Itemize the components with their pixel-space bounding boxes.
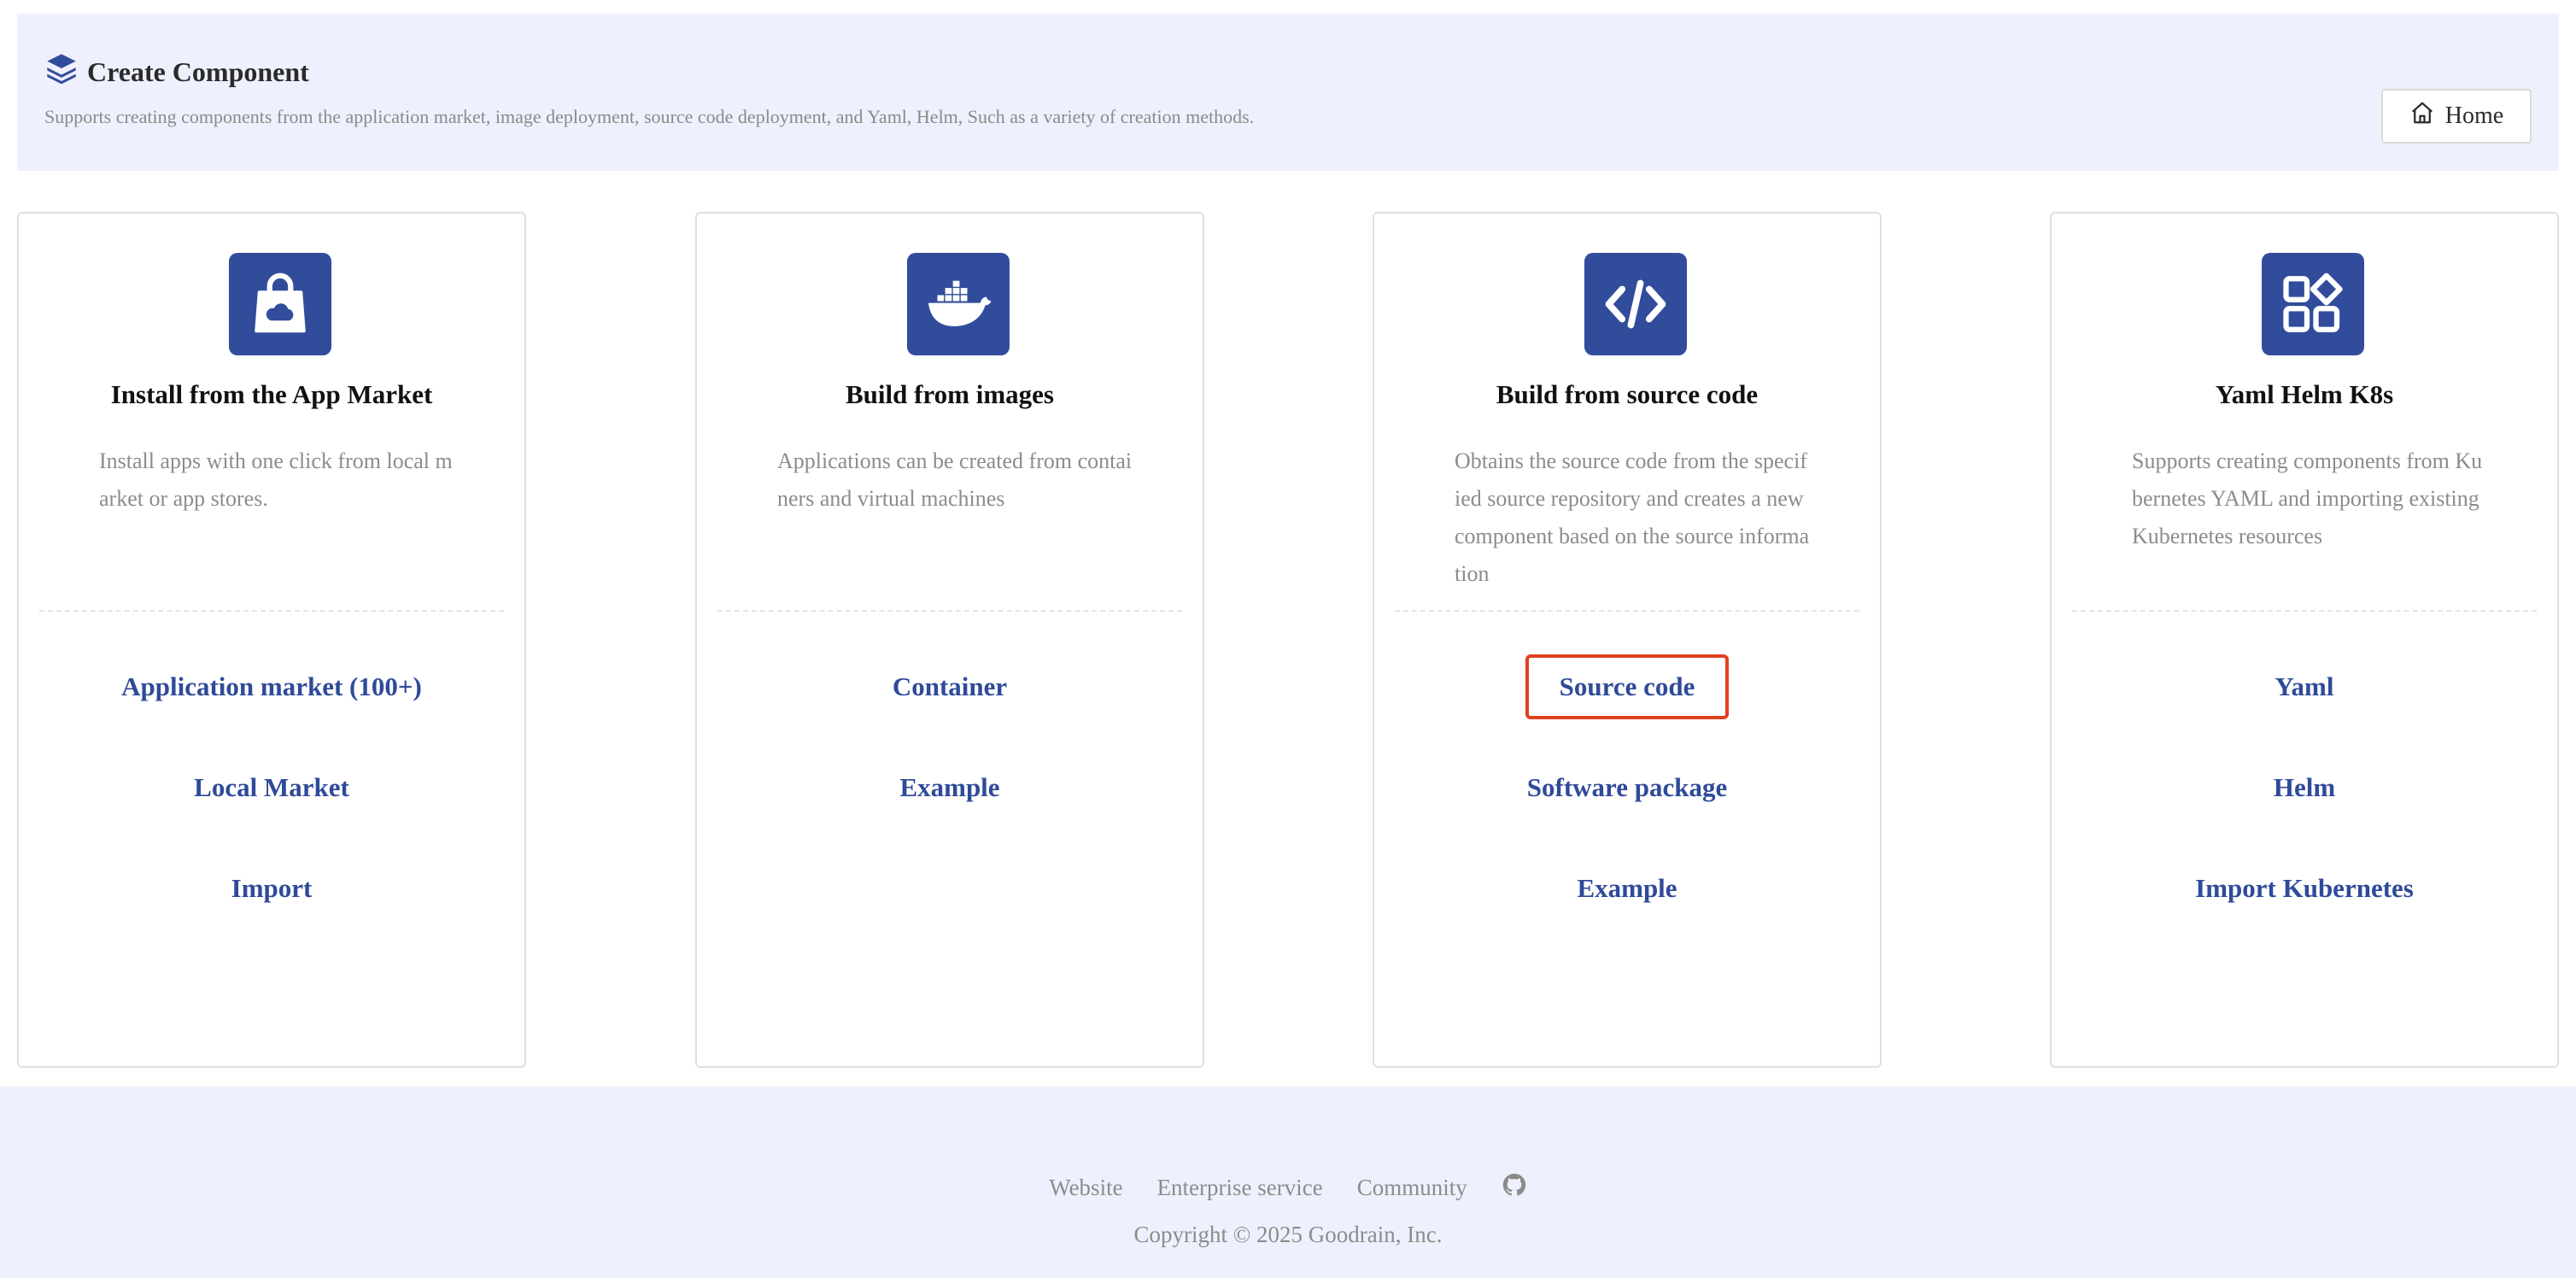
local-market-link[interactable]: Local Market	[160, 755, 383, 820]
card-description: Obtains the source code from the specifi…	[1455, 448, 1810, 586]
card-description: Applications can be created from contain…	[777, 448, 1133, 511]
card-title: Install from the App Market	[110, 379, 433, 409]
footer-link-community[interactable]: Community	[1357, 1175, 1467, 1201]
import-link[interactable]: Import	[197, 856, 347, 921]
card-divider	[1395, 610, 1859, 612]
copyright-text: Copyright © 2025 Goodrain, Inc.	[1133, 1222, 1443, 1247]
page-description: Supports creating components from the ap…	[44, 106, 1255, 127]
card-description: Install apps with one click from local m…	[99, 448, 453, 511]
container-link[interactable]: Container	[858, 654, 1041, 719]
card-description: Supports creating components from Kubern…	[2132, 448, 2483, 548]
software-package-link[interactable]: Software package	[1493, 755, 1761, 820]
home-button-label: Home	[2444, 103, 2504, 129]
card-yaml-helm-k8s: Yaml Helm K8s Supports creating componen…	[2050, 212, 2559, 1068]
app-grid-icon	[2262, 253, 2364, 355]
page-footer: Website Enterprise service Community Cop…	[0, 1087, 2576, 1278]
footer-link-enterprise-service[interactable]: Enterprise service	[1157, 1175, 1323, 1201]
source-code-link[interactable]: Source code	[1525, 654, 1730, 719]
card-title: Yaml Helm K8s	[2215, 379, 2394, 409]
card-links: Application market (100+) Local Market I…	[19, 654, 524, 957]
card-links: Container Example	[697, 654, 1203, 856]
source-example-link[interactable]: Example	[1543, 856, 1711, 921]
card-divider	[39, 610, 504, 612]
import-kubernetes-link[interactable]: Import Kubernetes	[2161, 856, 2448, 921]
yaml-link[interactable]: Yaml	[2241, 654, 2368, 719]
footer-links: Website Enterprise service Community	[0, 1172, 2576, 1204]
page-title-text: Create Component	[87, 56, 309, 87]
shopping-bag-cloud-icon	[229, 253, 331, 355]
footer-link-website[interactable]: Website	[1049, 1175, 1122, 1201]
card-links: Source code Software package Example	[1374, 654, 1880, 957]
home-icon	[2409, 100, 2435, 132]
application-market-link[interactable]: Application market (100+)	[87, 654, 456, 719]
helm-link[interactable]: Helm	[2239, 755, 2369, 820]
card-title: Build from images	[846, 379, 1054, 409]
docker-whale-icon	[907, 253, 1010, 355]
image-example-link[interactable]: Example	[865, 755, 1033, 820]
home-button[interactable]: Home	[2381, 89, 2532, 144]
card-title: Build from source code	[1496, 379, 1759, 409]
github-icon[interactable]	[1502, 1172, 1527, 1204]
card-divider	[717, 610, 1182, 612]
page-header: Create Component Supports creating compo…	[17, 14, 2559, 171]
card-links: Yaml Helm Import Kubernetes	[2052, 654, 2557, 957]
card-app-market: Install from the App Market Install apps…	[17, 212, 526, 1068]
card-build-from-source: Build from source code Obtains the sourc…	[1373, 212, 1882, 1068]
card-build-from-images: Build from images Applications can be cr…	[695, 212, 1204, 1068]
layers-icon	[44, 51, 79, 92]
code-brackets-icon	[1584, 253, 1687, 355]
card-divider	[2072, 610, 2537, 612]
page-title: Create Component	[44, 51, 309, 92]
